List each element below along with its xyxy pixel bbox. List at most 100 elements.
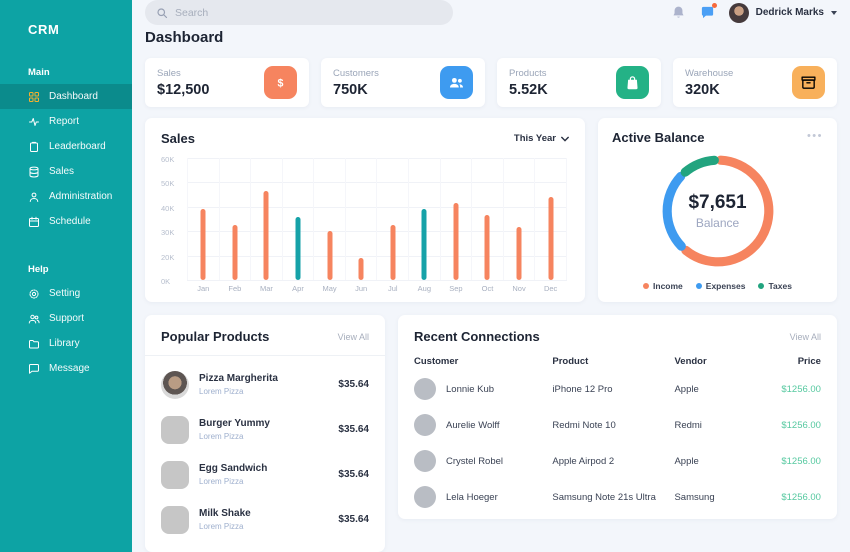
sidebar-item-schedule[interactable]: Schedule: [0, 209, 132, 234]
product-thumbnail: [161, 506, 189, 534]
search-input[interactable]: [145, 0, 453, 25]
donut-legend: Income Expenses Taxes: [643, 281, 792, 291]
sidebar-item-label: Report: [49, 116, 79, 127]
sidebar-item-message[interactable]: Message: [0, 356, 132, 381]
customers-icon: [440, 66, 473, 99]
product-price: $35.64: [338, 469, 369, 480]
page-title: Dashboard: [145, 29, 837, 46]
svg-text:$: $: [278, 77, 284, 89]
sidebar-item-sales[interactable]: Sales: [0, 159, 132, 184]
table-row: Lela HoegerSamsung Note 21s UltraSamsung…: [414, 479, 821, 515]
bar-sep[interactable]: [453, 203, 458, 280]
product-subtitle: Lorem Pizza: [199, 432, 328, 441]
box-icon: [792, 66, 825, 99]
popular-products-card: Popular Products View All Pizza Margheri…: [145, 315, 385, 552]
bar-column-sep: Sep: [440, 158, 472, 280]
more-options-icon[interactable]: •••: [807, 130, 823, 142]
sales-bar-chart: 60K50K40K30K20K0K JanFebMarAprMayJunJulA…: [161, 154, 569, 296]
product-cell: iPhone 12 Pro: [552, 384, 674, 395]
chat-icon: [28, 363, 40, 375]
bar-mar[interactable]: [264, 191, 269, 280]
balance-donut-chart: $7,651 Balance: [657, 150, 779, 272]
stat-card-text: Customers750K: [333, 68, 379, 98]
product-row-egg-sandwich[interactable]: Egg SandwichLorem Pizza$35.64: [161, 452, 369, 497]
bar-may[interactable]: [327, 231, 332, 280]
stat-card-warehouse: Warehouse320K: [673, 58, 837, 107]
bar-dec[interactable]: [548, 197, 553, 280]
x-tick-label: Mar: [260, 284, 273, 293]
x-tick-label: Aug: [418, 284, 431, 293]
gridline: 0K: [187, 280, 567, 281]
stat-cards-row: Sales$12,500$Customers750KProducts5.52KW…: [145, 58, 837, 107]
sidebar-item-administration[interactable]: Administration: [0, 184, 132, 209]
legend-dot: [758, 283, 764, 289]
search-box: [145, 0, 453, 25]
bar-column-aug: Aug: [408, 158, 440, 280]
sidebar-item-leaderboard[interactable]: Leaderboard: [0, 134, 132, 159]
user-name: Dedrick Marks: [756, 7, 824, 18]
stat-card-sales: Sales$12,500$: [145, 58, 309, 107]
bar-jul[interactable]: [390, 225, 395, 280]
price-cell: $1256.00: [764, 420, 821, 431]
product-subtitle: Lorem Pizza: [199, 387, 328, 396]
products-view-all-link[interactable]: View All: [338, 332, 369, 342]
sidebar-item-dashboard[interactable]: Dashboard: [0, 84, 132, 109]
customer-name: Crystel Robel: [446, 456, 503, 467]
y-tick-label: 20K: [161, 253, 174, 262]
product-row-milk-shake[interactable]: Milk ShakeLorem Pizza$35.64: [161, 497, 369, 542]
stat-card-products: Products5.52K: [497, 58, 661, 107]
user-menu[interactable]: Dedrick Marks: [729, 3, 837, 23]
sales-chart-title: Sales: [161, 131, 195, 146]
bar-aug[interactable]: [422, 209, 427, 280]
y-tick-label: 30K: [161, 228, 174, 237]
sidebar-item-support[interactable]: Support: [0, 306, 132, 331]
table-row: Aurelie WolffRedmi Note 10Redmi$1256.00: [414, 407, 821, 443]
connections-view-all-link[interactable]: View All: [790, 332, 821, 342]
y-tick-label: 40K: [161, 204, 174, 213]
bar-column-nov: Nov: [503, 158, 535, 280]
messages-icon[interactable]: [700, 5, 715, 20]
folder-icon: [28, 338, 40, 350]
product-row-burger-yummy[interactable]: Burger YummyLorem Pizza$35.64: [161, 407, 369, 452]
sales-chart-card: Sales This Year 60K50K40K30K20K0K JanFeb…: [145, 118, 585, 302]
price-cell: $1256.00: [764, 456, 821, 467]
customer-name: Aurelie Wolff: [446, 420, 500, 431]
bar-feb[interactable]: [232, 225, 237, 280]
bar-jun[interactable]: [359, 258, 364, 280]
legend-label: Income: [653, 281, 683, 291]
database-icon: [28, 166, 40, 178]
chart-period-dropdown[interactable]: This Year: [514, 133, 569, 144]
bell-icon[interactable]: [671, 5, 686, 20]
x-tick-label: Dec: [544, 284, 557, 293]
product-subtitle: Lorem Pizza: [199, 522, 328, 531]
users-icon: [28, 313, 40, 325]
balance-value: $7,651: [688, 192, 746, 214]
bar-column-mar: Mar: [250, 158, 282, 280]
user-icon: [28, 191, 40, 203]
sidebar-item-setting[interactable]: Setting: [0, 281, 132, 306]
bar-column-jun: Jun: [345, 158, 377, 280]
bar-nov[interactable]: [517, 227, 522, 280]
legend-label: Expenses: [706, 281, 746, 291]
bar-jan[interactable]: [201, 209, 206, 280]
legend-item-taxes: Taxes: [758, 281, 791, 291]
topbar-actions: Dedrick Marks: [671, 3, 837, 23]
active-balance-title: Active Balance: [612, 130, 705, 145]
product-price: $35.64: [338, 514, 369, 525]
stat-label: Sales: [157, 68, 209, 79]
x-tick-label: Nov: [512, 284, 525, 293]
vendor-cell: Apple: [674, 384, 764, 395]
notification-dot: [712, 3, 717, 8]
chart-period-value: This Year: [514, 133, 556, 144]
table-row: Crystel RobelApple Airpod 2Apple$1256.00: [414, 443, 821, 479]
sidebar-item-library[interactable]: Library: [0, 331, 132, 356]
bar-oct[interactable]: [485, 215, 490, 280]
price-value: $1256.00: [764, 492, 821, 503]
product-row-pizza-margherita[interactable]: Pizza MargheritaLorem Pizza$35.64: [161, 362, 369, 407]
sidebar-item-report[interactable]: Report: [0, 109, 132, 134]
charts-row: Sales This Year 60K50K40K30K20K0K JanFeb…: [145, 118, 837, 302]
bar-apr[interactable]: [296, 217, 301, 280]
sidebar-item-label: Setting: [49, 288, 80, 299]
recent-connections-card: Recent Connections View All CustomerProd…: [398, 315, 837, 519]
stat-label: Warehouse: [685, 68, 733, 79]
